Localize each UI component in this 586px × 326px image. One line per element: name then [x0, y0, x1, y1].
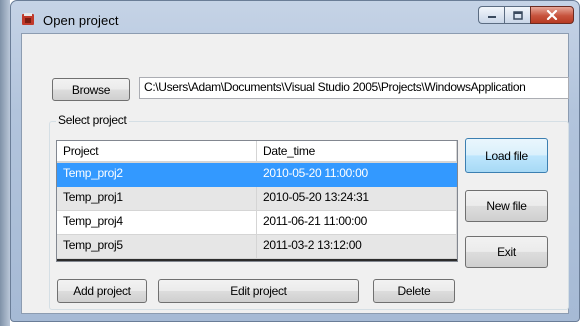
date-time-cell[interactable]: 2011-06-21 11:00:00 — [257, 211, 457, 235]
load-file-button[interactable]: Load file — [465, 138, 548, 173]
project-cell[interactable]: Temp_proj5 — [57, 235, 257, 259]
maximize-icon — [512, 10, 523, 20]
background-window-edge — [0, 0, 10, 326]
title-bar[interactable]: Open project — [11, 1, 579, 35]
browse-button[interactable]: Browse — [52, 78, 130, 101]
add-project-button[interactable]: Add project — [57, 279, 147, 303]
date-time-cell[interactable]: 2011-03-2 13:12:00 — [257, 235, 457, 259]
date-time-cell[interactable]: 2010-05-20 13:24:31 — [257, 187, 457, 211]
table-row[interactable]: Temp_proj1 2010-05-20 13:24:31 — [57, 187, 457, 211]
column-header-project[interactable]: Project — [57, 141, 257, 162]
table-row[interactable]: Temp_proj4 2011-06-21 11:00:00 — [57, 211, 457, 235]
window-title: Open project — [43, 13, 119, 28]
maximize-button[interactable] — [504, 6, 530, 24]
caption-buttons — [478, 6, 574, 24]
date-time-cell[interactable]: 2010-05-20 11:00:00 — [257, 163, 457, 187]
app-icon — [22, 13, 34, 25]
new-file-button[interactable]: New file — [465, 190, 548, 222]
table-row[interactable]: Temp_proj2 2010-05-20 11:00:00 — [57, 163, 457, 187]
table-row[interactable]: Temp_proj5 2011-03-2 13:12:00 — [57, 235, 457, 259]
close-icon — [546, 10, 558, 20]
project-cell[interactable]: Temp_proj4 — [57, 211, 257, 235]
group-label: Select project — [56, 113, 129, 127]
project-path-field[interactable]: C:\Users\Adam\Documents\Visual Studio 20… — [139, 77, 569, 99]
close-button[interactable] — [530, 6, 574, 24]
delete-button[interactable]: Delete — [373, 279, 455, 303]
grid-header: Project Date_time — [57, 141, 457, 163]
project-cell[interactable]: Temp_proj1 — [57, 187, 257, 211]
minimize-button[interactable] — [478, 6, 504, 24]
projects-grid[interactable]: Project Date_time Temp_proj2 2010-05-20 … — [56, 140, 458, 262]
project-cell[interactable]: Temp_proj2 — [57, 163, 257, 187]
column-header-date-time[interactable]: Date_time — [257, 141, 457, 162]
minimize-icon — [487, 16, 496, 18]
exit-button[interactable]: Exit — [465, 236, 548, 268]
edit-project-button[interactable]: Edit project — [158, 279, 359, 303]
